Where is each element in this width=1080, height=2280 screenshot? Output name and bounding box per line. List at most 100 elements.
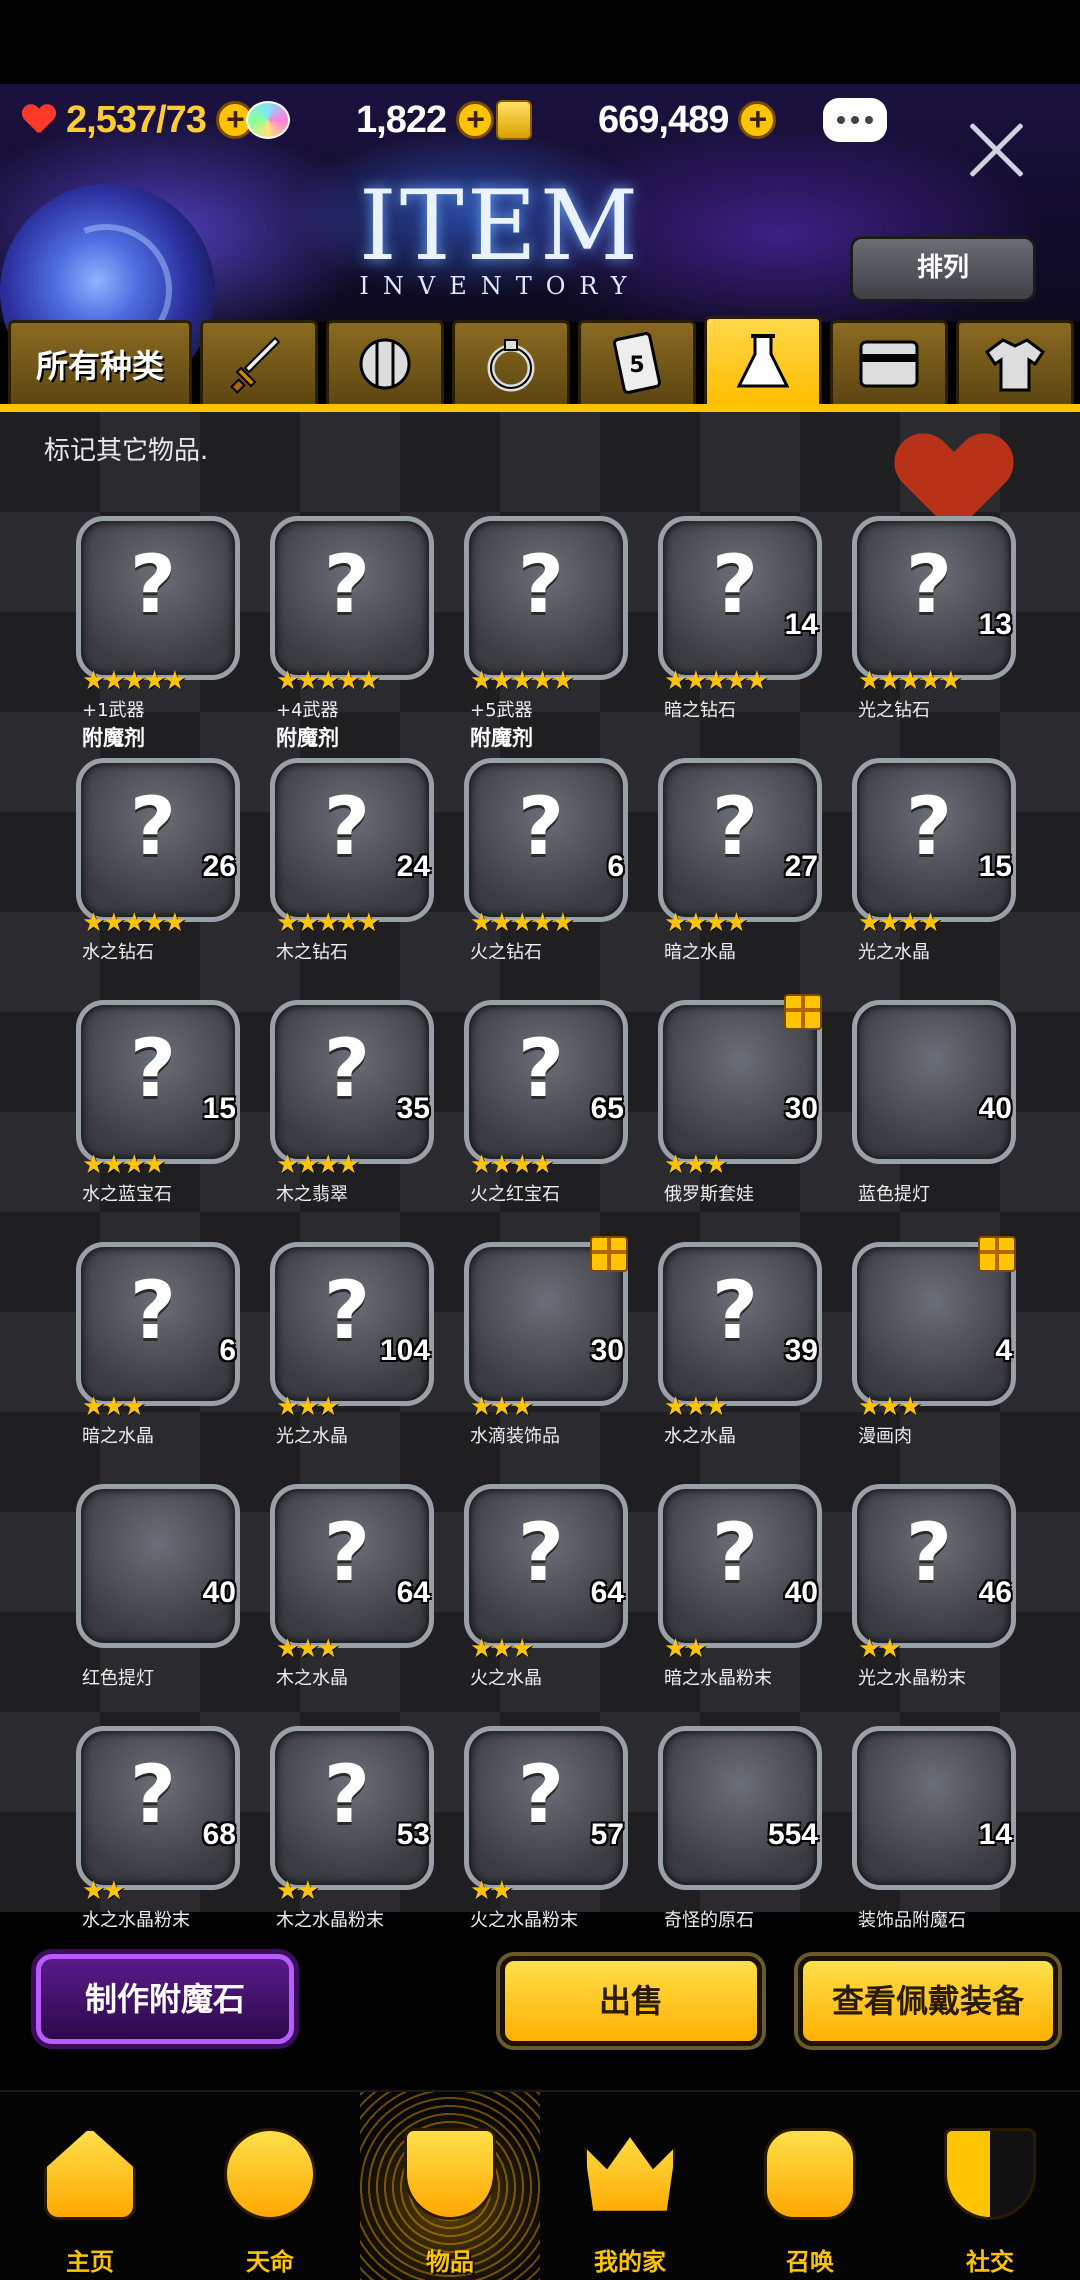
inventory-item[interactable]: ? 27 ★★★★ 暗之水晶 bbox=[658, 758, 838, 978]
tab-shields[interactable] bbox=[326, 320, 444, 404]
inventory-item[interactable]: ? 53 ★★ 木之水晶粉末 bbox=[270, 1726, 450, 1946]
gift-icon bbox=[978, 1236, 1016, 1272]
inventory-item[interactable]: 40 红色提灯 bbox=[76, 1484, 256, 1704]
inventory-item[interactable]: 14 装饰品附魔石 bbox=[852, 1726, 1032, 1946]
card-icon: 5 bbox=[613, 331, 661, 394]
item-count: 554 bbox=[767, 1818, 818, 1851]
inventory-item[interactable]: ? 64 ★★★ 木之水晶 bbox=[270, 1484, 450, 1704]
nav-items[interactable]: 物品 bbox=[360, 2092, 540, 2280]
broken-heart-icon[interactable] bbox=[898, 436, 1012, 516]
item-name: 水之蓝宝石 bbox=[82, 1184, 172, 1205]
potion-flask-icon bbox=[736, 333, 790, 387]
item-name: 暗之水晶 bbox=[664, 942, 736, 963]
inventory-item[interactable]: 4 ★★★ 漫画肉 bbox=[852, 1236, 1032, 1462]
inventory-item[interactable]: ? 39 ★★★ 水之水晶 bbox=[658, 1242, 838, 1462]
inventory-item[interactable]: ? 13 ★★★★★ 光之钻石 bbox=[852, 516, 1032, 736]
inventory-item[interactable]: ? ★★★★★ +1武器 附魔剂 bbox=[76, 516, 256, 750]
mark-items-hint: 标记其它物品. bbox=[44, 436, 209, 466]
craft-enchant-stone-button[interactable]: 制作附魔石 bbox=[36, 1954, 294, 2044]
item-name: 装饰品附魔石 bbox=[858, 1910, 966, 1931]
tab-weapons[interactable] bbox=[200, 320, 318, 404]
inventory-item[interactable]: ? 15 ★★★★ 光之水晶 bbox=[852, 758, 1032, 978]
inventory-item[interactable]: 30 ★★★ 俄罗斯套娃 bbox=[658, 994, 838, 1220]
tab-consumables[interactable] bbox=[704, 316, 822, 404]
inventory-item[interactable]: ? 6 ★★★★★ 火之钻石 bbox=[464, 758, 644, 978]
inventory-item[interactable]: ? 64 ★★★ 火之水晶 bbox=[464, 1484, 644, 1704]
page-subtitle: INVENTORY bbox=[359, 272, 641, 300]
nav-items-label: 物品 bbox=[426, 2248, 474, 2276]
question-mark-icon: ? bbox=[517, 780, 565, 873]
inventory-item[interactable]: ? 6 ★★★ 暗之水晶 bbox=[76, 1242, 256, 1462]
item-name: 奇怪的原石 bbox=[664, 1910, 754, 1931]
item-name: 水之钻石 bbox=[82, 942, 154, 963]
item-count: 64 bbox=[396, 1576, 430, 1609]
close-icon[interactable] bbox=[966, 120, 1026, 180]
item-count: 27 bbox=[784, 850, 818, 883]
item-name: 暗之水晶 bbox=[82, 1426, 154, 1447]
item-stars: ★★ bbox=[858, 1634, 902, 1664]
add-gems-button[interactable]: + bbox=[456, 101, 495, 139]
inventory-item[interactable]: 40 蓝色提灯 bbox=[852, 1000, 1032, 1220]
inventory-item[interactable]: ? 46 ★★ 光之水晶粉末 bbox=[852, 1484, 1032, 1704]
item-stars: ★★★★★ bbox=[858, 666, 963, 696]
tab-rings[interactable] bbox=[452, 320, 570, 404]
item-stars: ★★★ bbox=[664, 1150, 728, 1180]
inventory-item[interactable]: 30 ★★★ 水滴装饰品 bbox=[464, 1236, 644, 1462]
nav-fate[interactable]: 天命 bbox=[180, 2092, 360, 2280]
inventory-item[interactable]: ? ★★★★★ +5武器 附魔剂 bbox=[464, 516, 644, 750]
sort-button[interactable]: 排列 bbox=[850, 236, 1036, 302]
inventory-item[interactable]: ? 35 ★★★★ 木之翡翠 bbox=[270, 1000, 450, 1220]
item-name: +1武器 bbox=[82, 700, 145, 721]
add-gold-button[interactable]: + bbox=[738, 101, 777, 139]
tabs-underline bbox=[0, 404, 1080, 412]
item-stars: ★★ bbox=[664, 1634, 708, 1664]
nav-my-home[interactable]: 我的家 bbox=[540, 2092, 720, 2280]
sword-icon bbox=[230, 336, 281, 394]
inventory-item[interactable]: 554 奇怪的原石 bbox=[658, 1726, 838, 1946]
item-name: 光之水晶 bbox=[276, 1426, 348, 1447]
question-mark-icon: ? bbox=[129, 538, 177, 631]
inventory-item[interactable]: ? 24 ★★★★★ 木之钻石 bbox=[270, 758, 450, 978]
item-name: 水之水晶粉末 bbox=[82, 1910, 190, 1931]
shirt-icon bbox=[984, 337, 1046, 391]
item-count: 13 bbox=[978, 608, 1012, 641]
item-count: 15 bbox=[202, 1092, 236, 1125]
tab-cards[interactable]: 5 bbox=[578, 320, 696, 404]
chat-icon[interactable] bbox=[823, 98, 887, 142]
item-gem-green-art bbox=[852, 1726, 1016, 1890]
item-count: 14 bbox=[784, 608, 818, 641]
crown-laurel-icon bbox=[584, 2137, 676, 2211]
item-stars: ★★★★★ bbox=[664, 666, 769, 696]
stamina-resource: 2,537/73 + bbox=[22, 96, 254, 144]
inventory-item[interactable]: ? ★★★★★ +4武器 附魔剂 bbox=[270, 516, 450, 750]
inventory-item[interactable]: ? 68 ★★ 水之水晶粉末 bbox=[76, 1726, 256, 1946]
item-subname: 附魔剂 bbox=[470, 726, 533, 750]
item-stars: ★★★★ bbox=[470, 1150, 554, 1180]
question-mark-icon: ? bbox=[129, 1264, 177, 1357]
inventory-item[interactable]: ? 104 ★★★ 光之水晶 bbox=[270, 1242, 450, 1462]
category-tabs: 所有种类 5 bbox=[0, 316, 1080, 408]
tab-card-frames[interactable] bbox=[830, 320, 948, 404]
item-lantern-red-art bbox=[76, 1484, 240, 1648]
item-count: 24 bbox=[396, 850, 430, 883]
nav-home[interactable]: 主页 bbox=[0, 2092, 180, 2280]
item-name: 漫画肉 bbox=[858, 1426, 912, 1447]
item-subname: 附魔剂 bbox=[82, 726, 145, 750]
tab-costumes[interactable] bbox=[956, 320, 1074, 404]
inventory-item[interactable]: ? 57 ★★ 火之水晶粉末 bbox=[464, 1726, 644, 1946]
sell-button[interactable]: 出售 bbox=[500, 1956, 762, 2046]
inventory-item[interactable]: ? 65 ★★★★ 火之红宝石 bbox=[464, 1000, 644, 1220]
item-count: 40 bbox=[784, 1576, 818, 1609]
inventory-item[interactable]: ? 15 ★★★★ 水之蓝宝石 bbox=[76, 1000, 256, 1220]
nav-social[interactable]: 社交 bbox=[900, 2092, 1080, 2280]
tab-all-types[interactable]: 所有种类 bbox=[8, 320, 192, 404]
nav-summon-label: 召唤 bbox=[786, 2248, 834, 2276]
inventory-item[interactable]: ? 26 ★★★★★ 水之钻石 bbox=[76, 758, 256, 978]
item-name: 蓝色提灯 bbox=[858, 1184, 930, 1205]
item-stars: ★★★★ bbox=[858, 908, 942, 938]
item-lantern-blue-art bbox=[852, 1000, 1016, 1164]
view-equipped-button[interactable]: 查看佩戴装备 bbox=[798, 1956, 1058, 2046]
inventory-item[interactable]: ? 14 ★★★★★ 暗之钻石 bbox=[658, 516, 838, 736]
nav-summon[interactable]: 召唤 bbox=[720, 2092, 900, 2280]
inventory-item[interactable]: ? 40 ★★ 暗之水晶粉末 bbox=[658, 1484, 838, 1704]
